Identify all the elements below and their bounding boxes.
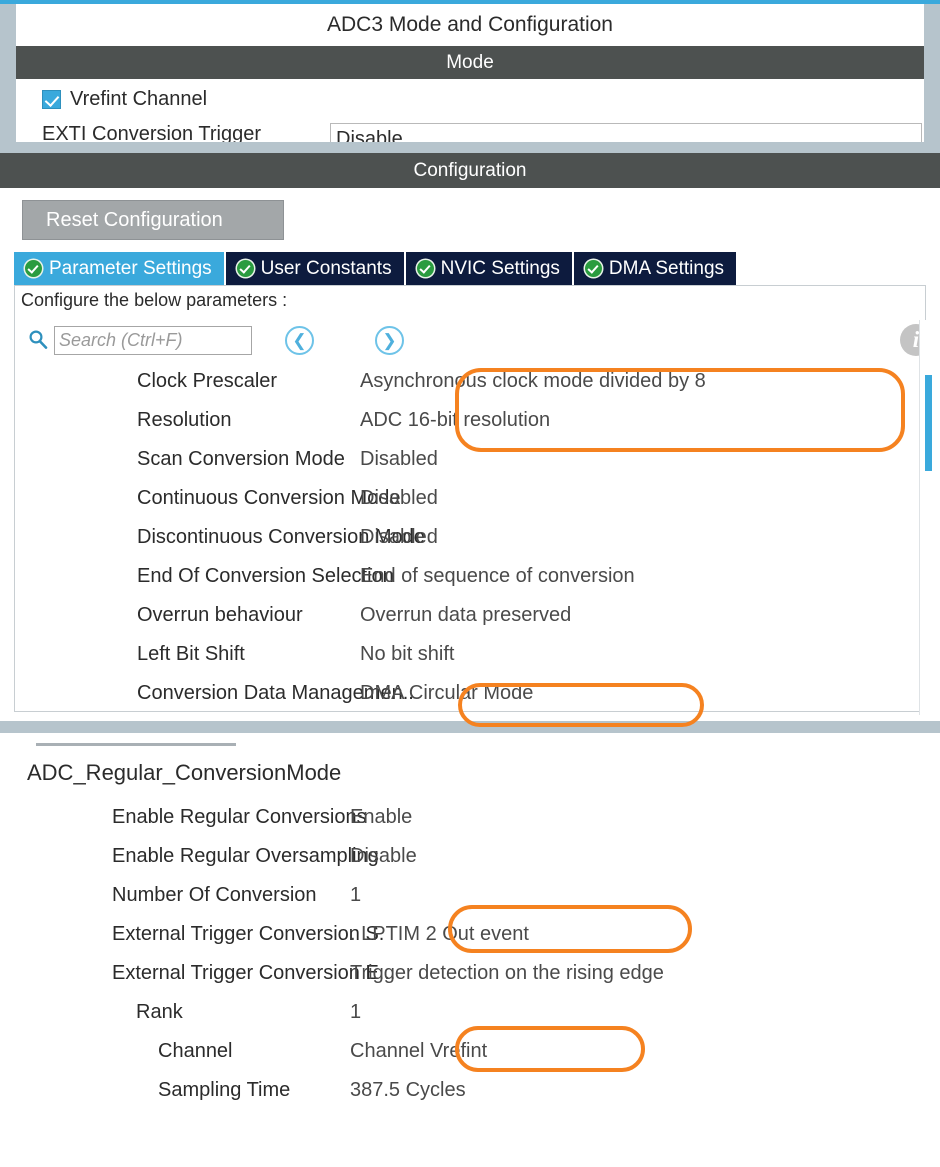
tab-user-constants[interactable]: User Constants [225,252,406,285]
vrefint-channel-checkbox[interactable]: Vrefint Channel [42,88,207,111]
search-toolbar: ❮ ❯ i [15,319,925,361]
check-circle-icon [416,260,434,277]
parameter-value[interactable]: Trigger detection on the rising edge [350,962,664,985]
tab-parameter-settings[interactable]: Parameter Settings [14,252,226,285]
parameter-name: Conversion Data Managemen.. [137,682,414,704]
check-circle-icon [236,260,254,277]
parameter-name: External Trigger Conversion S. [112,923,385,945]
parameter-value[interactable]: 1 [350,884,361,907]
table-row[interactable]: Continuous Conversion Mode Disabled [15,479,925,518]
parameter-value[interactable]: ADC 16-bit resolution [360,409,550,432]
table-row[interactable]: Clock Prescaler Asynchronous clock mode … [15,362,925,401]
table-row[interactable]: Overrun behaviour Overrun data preserved [15,596,925,635]
parameter-value[interactable]: 1 [350,1001,361,1024]
parameter-value[interactable]: Disable [350,845,417,868]
tab-label: DMA Settings [608,257,725,279]
parameter-value[interactable]: Disabled [360,448,438,471]
search-icon [28,329,48,349]
table-row[interactable]: Sampling Time 387.5 Cycles [0,1071,940,1110]
configuration-section-header: Configuration [0,153,940,188]
section-divider [36,743,236,746]
parameter-name: Rank [136,1001,183,1023]
tab-dma-settings[interactable]: DMA Settings [573,252,739,285]
parameter-value[interactable]: 387.5 Cycles [350,1079,466,1102]
parameter-name: Resolution [137,409,232,431]
parameter-name: Continuous Conversion Mode [137,487,401,509]
table-row[interactable]: End Of Conversion Selection End of seque… [15,557,925,596]
parameter-value[interactable]: No bit shift [360,643,454,666]
table-row[interactable]: Channel Channel Vrefint [0,1032,940,1071]
table-row[interactable]: Enable Regular Conversions Enable [0,798,940,837]
parameter-value[interactable]: . LPTIM 2 Out event [350,923,529,946]
parameter-rows: Clock Prescaler Asynchronous clock mode … [15,362,925,711]
table-row[interactable]: External Trigger Conversion S. . LPTIM 2… [0,915,940,954]
right-frame-edge [924,4,940,149]
check-circle-icon [25,260,42,277]
chevron-right-icon[interactable]: ❯ [375,326,404,355]
parameter-name: Clock Prescaler [137,370,278,392]
page-title: ADC3 Mode and Configuration [16,4,924,46]
parameter-name: Enable Regular Conversions [112,806,367,828]
table-row[interactable]: Conversion Data Managemen.. DMA Circular… [15,674,925,711]
regular-conversion-group-title: ADC_Regular_ConversionMode [27,760,342,785]
regular-conversion-rows: Enable Regular Conversions Enable Enable… [0,798,940,1110]
parameter-name: Overrun behaviour [137,604,303,626]
parameter-name: External Trigger Conversion E... [112,962,396,984]
regular-conversion-section: ADC_Regular_ConversionMode Enable Regula… [0,733,940,1167]
parameter-value[interactable]: DMA Circular Mode [360,682,533,705]
mode-section-body: Vrefint Channel EXTI Conversion Trigger … [16,79,924,142]
exti-conversion-trigger-label: EXTI Conversion Trigger [42,123,261,142]
parameter-value[interactable]: Enable [350,806,412,829]
parameter-name: Left Bit Shift [137,643,245,665]
table-row[interactable]: Resolution ADC 16-bit resolution [15,401,925,440]
table-row[interactable]: Left Bit Shift No bit shift [15,635,925,674]
parameter-list-scrollbar-thumb[interactable] [925,375,932,471]
parameter-name: Enable Regular Oversampling [112,845,379,867]
search-input[interactable] [54,326,252,355]
exti-conversion-trigger-row: EXTI Conversion Trigger Disable [42,123,922,142]
chevron-left-icon[interactable]: ❮ [285,326,314,355]
checkbox-checked-icon[interactable] [42,90,61,109]
adc-configuration-screen: ADC3 Mode and Configuration Mode Vrefint… [0,0,940,1167]
tab-label: User Constants [260,257,392,279]
parameter-value[interactable]: Disabled [360,487,438,510]
table-row[interactable]: External Trigger Conversion E... Trigger… [0,954,940,993]
parameter-name: Channel [158,1040,233,1062]
tab-nvic-settings[interactable]: NVIC Settings [405,252,574,285]
vrefint-channel-label: Vrefint Channel [70,88,208,110]
reset-configuration-button[interactable]: Reset Configuration [22,200,284,240]
exti-conversion-trigger-select[interactable]: Disable [330,123,922,142]
configure-instruction: Configure the below parameters : [14,285,926,314]
mode-section-header: Mode [16,46,924,79]
panel-gap-upper [0,142,940,153]
parameter-name: Sampling Time [158,1079,291,1101]
parameter-value[interactable]: Channel Vrefint [350,1040,487,1063]
parameter-value[interactable]: Asynchronous clock mode divided by 8 [360,370,706,393]
parameter-value[interactable]: End of sequence of conversion [360,565,635,588]
tab-label: NVIC Settings [440,257,560,279]
parameter-name: Discontinuous Conversion Mode [137,526,425,548]
parameter-value[interactable]: Disabled [360,526,438,549]
table-row[interactable]: Rank 1 [0,993,940,1032]
panel-gap-lower [0,721,940,733]
parameter-name: Number Of Conversion [112,884,317,906]
configuration-tabs: Parameter Settings User Constants NVIC S… [14,252,739,285]
parameter-list-panel: ❮ ❯ i Clock Prescaler Asynchronous clock… [14,314,926,712]
tab-label: Parameter Settings [49,257,212,279]
table-row[interactable]: Discontinuous Conversion Mode Disabled [15,518,925,557]
configuration-section-body: Reset Configuration Parameter Settings U… [8,188,932,721]
parameter-value[interactable]: Overrun data preserved [360,604,571,627]
parameter-name: End Of Conversion Selection [137,565,394,587]
left-frame-edge [0,4,16,149]
check-circle-icon [584,260,602,277]
table-row[interactable]: Number Of Conversion 1 [0,876,940,915]
parameter-name: Scan Conversion Mode [137,448,345,470]
table-row[interactable]: Enable Regular Oversampling Disable [0,837,940,876]
table-row[interactable]: Scan Conversion Mode Disabled [15,440,925,479]
